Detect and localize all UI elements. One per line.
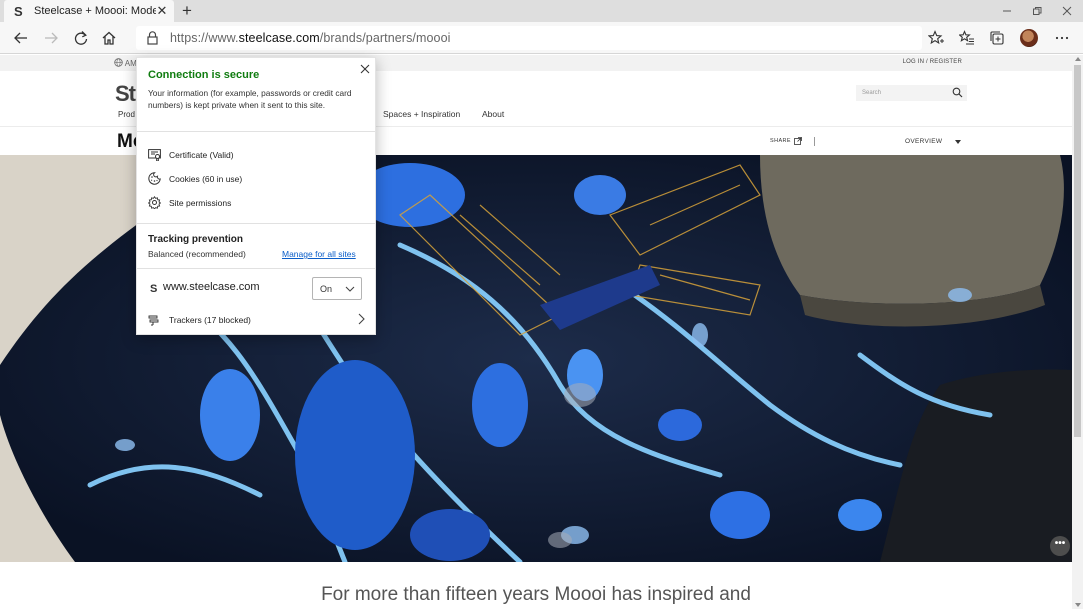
intro-caption: For more than fifteen years Moooi has in… xyxy=(321,584,751,605)
scrollbar-thumb[interactable] xyxy=(1074,65,1081,437)
new-tab-button[interactable]: + xyxy=(178,2,196,20)
refresh-button[interactable] xyxy=(69,26,93,50)
nav-about[interactable]: About xyxy=(482,109,504,119)
region-label: AM xyxy=(124,59,137,68)
certificate-label: Certificate (Valid) xyxy=(169,149,234,160)
divider xyxy=(137,131,375,132)
star-add-icon xyxy=(928,30,944,45)
more-options-button[interactable]: ••• xyxy=(1050,536,1070,556)
manage-for-all-sites-link[interactable]: Manage for all sites xyxy=(282,249,356,259)
login-register-link[interactable]: LOG IN / REGISTER xyxy=(903,59,962,65)
minimize-icon xyxy=(1003,10,1011,12)
region-selector[interactable]: AM xyxy=(114,58,137,68)
nav-products[interactable]: Prod xyxy=(118,110,135,119)
tab-close-icon[interactable]: ✕ xyxy=(156,3,168,19)
gear-icon xyxy=(148,196,161,209)
share-label: SHARE xyxy=(770,138,791,144)
site-logo[interactable]: St xyxy=(115,81,136,107)
favorites-list-icon xyxy=(959,30,974,45)
restore-button[interactable] xyxy=(1022,0,1052,22)
connection-secure-heading: Connection is secure xyxy=(148,69,260,81)
cookies-label: Cookies (60 in use) xyxy=(169,173,243,184)
tracking-state: On xyxy=(320,283,333,294)
favorites-button[interactable] xyxy=(955,26,979,50)
address-toolbar: https://www. steelcase.com/brands/partner… xyxy=(0,22,1083,54)
trackers-item[interactable]: Trackers (17 blocked) xyxy=(148,313,365,326)
minimize-button[interactable] xyxy=(992,0,1022,22)
certificate-icon xyxy=(148,149,161,161)
home-button[interactable] xyxy=(97,26,121,50)
site-permissions-item[interactable]: Site permissions xyxy=(148,196,231,209)
cookies-item[interactable]: Cookies (60 in use) xyxy=(148,172,242,185)
refresh-icon xyxy=(74,31,88,45)
forward-arrow-icon xyxy=(45,32,58,44)
site-permissions-label: Site permissions xyxy=(169,197,232,208)
site-search-input[interactable]: Search xyxy=(856,85,967,101)
close-window-icon xyxy=(1062,6,1072,16)
back-button[interactable] xyxy=(9,26,33,50)
collections-button[interactable] xyxy=(985,26,1009,50)
share-button[interactable]: SHARE xyxy=(770,137,802,145)
site-info-flyout: Connection is secure Your information (f… xyxy=(136,57,376,335)
address-bar[interactable]: https://www. steelcase.com/brands/partner… xyxy=(136,26,922,50)
search-icon[interactable] xyxy=(952,87,963,98)
tracking-prevention-heading: Tracking prevention xyxy=(148,234,244,245)
site-domain: www.steelcase.com xyxy=(163,281,260,293)
lock-icon[interactable] xyxy=(144,30,160,46)
profile-button[interactable] xyxy=(1017,26,1041,50)
url-host: steelcase.com xyxy=(238,31,320,45)
title-bar: S Steelcase + Moooi: Modern ... ✕ + xyxy=(0,0,1083,22)
site-favicon: S xyxy=(150,283,158,295)
more-dots-icon xyxy=(1055,36,1069,40)
forward-button[interactable] xyxy=(39,26,63,50)
nav-spaces-inspiration[interactable]: Spaces + Inspiration xyxy=(383,109,460,119)
tracking-toggle-select[interactable]: On xyxy=(312,277,362,300)
globe-icon xyxy=(114,58,123,67)
page-scrollbar[interactable] xyxy=(1072,55,1083,609)
external-link-icon xyxy=(794,137,802,145)
trackers-label: Trackers (17 blocked) xyxy=(169,314,251,325)
scroll-up-arrow-icon[interactable] xyxy=(1075,57,1081,61)
add-favorite-button[interactable] xyxy=(924,26,948,50)
overview-dropdown[interactable]: OVERVIEW xyxy=(905,138,961,145)
cookie-icon xyxy=(148,172,161,185)
trackers-icon xyxy=(148,315,159,326)
search-placeholder: Search xyxy=(862,90,882,96)
collections-icon xyxy=(990,31,1004,45)
chevron-right-icon xyxy=(358,313,365,325)
scroll-down-arrow-icon[interactable] xyxy=(1075,603,1081,607)
settings-more-button[interactable] xyxy=(1050,26,1074,50)
close-window-button[interactable] xyxy=(1052,0,1082,22)
browser-tab[interactable]: S Steelcase + Moooi: Modern ... ✕ xyxy=(4,0,174,22)
tab-title: Steelcase + Moooi: Modern ... xyxy=(34,5,156,17)
certificate-item[interactable]: Certificate (Valid) xyxy=(148,148,234,161)
tab-favicon: S xyxy=(14,3,23,19)
url-scheme: https://www. xyxy=(170,31,239,45)
tracking-level: Balanced (recommended) xyxy=(148,249,246,259)
caret-down-icon xyxy=(955,140,961,144)
divider xyxy=(137,268,375,269)
avatar xyxy=(1020,29,1038,47)
url-path: /brands/partners/moooi xyxy=(319,31,451,45)
divider xyxy=(814,137,815,146)
home-icon xyxy=(102,31,116,45)
divider xyxy=(137,223,375,224)
close-icon[interactable] xyxy=(359,63,371,75)
overview-label: OVERVIEW xyxy=(905,138,943,145)
back-arrow-icon xyxy=(14,32,27,44)
connection-description: Your information (for example, passwords… xyxy=(148,88,352,110)
chevron-down-icon xyxy=(345,286,355,292)
restore-icon xyxy=(1033,7,1042,15)
